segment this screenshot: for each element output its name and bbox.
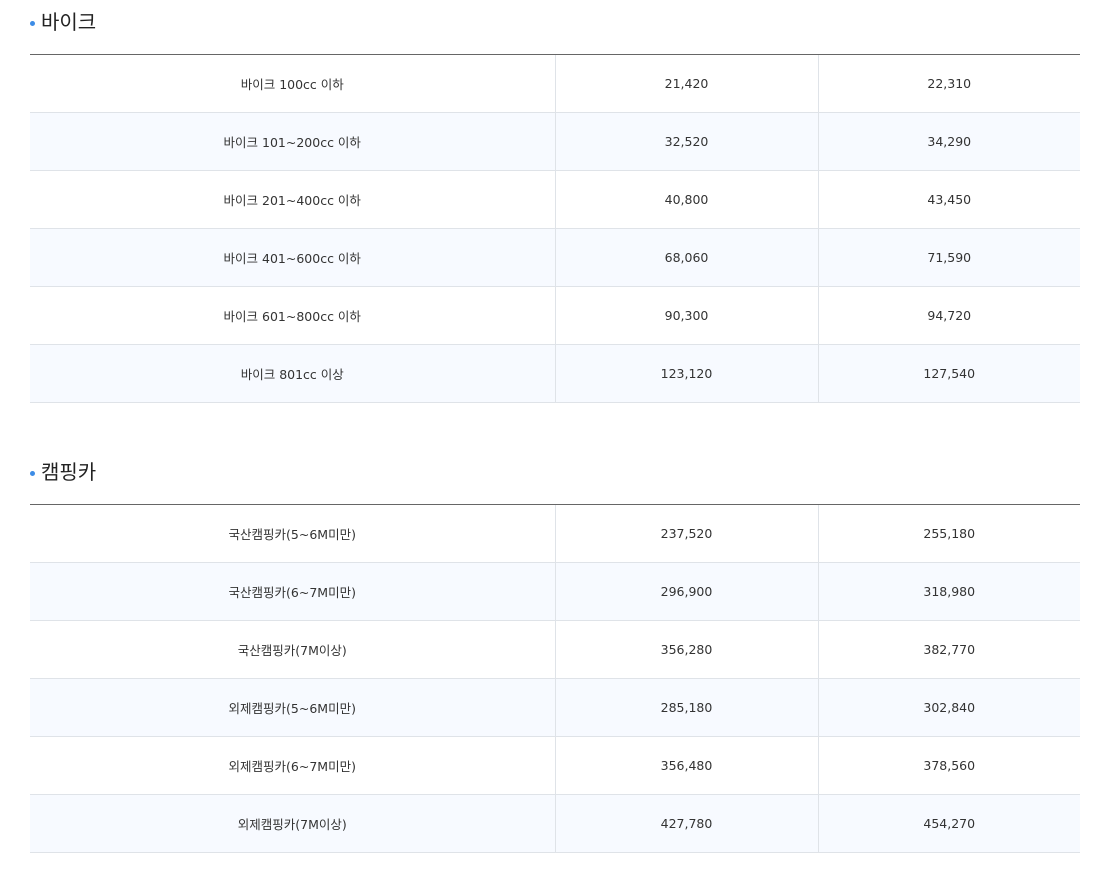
price-cell-2: 454,270 bbox=[818, 794, 1080, 853]
price-table-bike: 바이크 100cc 이하 21,420 22,310 바이크 101~200cc… bbox=[30, 55, 1080, 403]
section-title: 바이크 bbox=[30, 0, 1080, 44]
price-cell-1: 32,520 bbox=[555, 112, 819, 171]
vehicle-name-cell: 바이크 601~800cc 이하 bbox=[30, 286, 556, 345]
price-cell-1: 90,300 bbox=[555, 286, 819, 345]
price-cell-1: 237,520 bbox=[555, 505, 819, 563]
price-cell-1: 356,280 bbox=[555, 620, 819, 679]
section-title-text: 캠핑카 bbox=[41, 460, 97, 484]
section-title-text: 바이크 bbox=[41, 10, 97, 34]
price-cell-1: 123,120 bbox=[555, 344, 819, 403]
vehicle-name-cell: 바이크 801cc 이상 bbox=[30, 344, 556, 403]
vehicle-name-cell: 외제캠핑카(7M이상) bbox=[30, 794, 556, 853]
table-row: 바이크 100cc 이하 21,420 22,310 bbox=[30, 55, 1080, 113]
price-cell-2: 318,980 bbox=[818, 562, 1080, 621]
table-row: 바이크 801cc 이상 123,120 127,540 bbox=[30, 344, 1080, 403]
price-cell-2: 302,840 bbox=[818, 678, 1080, 737]
vehicle-name-cell: 바이크 401~600cc 이하 bbox=[30, 228, 556, 287]
table-row: 바이크 101~200cc 이하 32,520 34,290 bbox=[30, 112, 1080, 171]
table-row: 바이크 201~400cc 이하 40,800 43,450 bbox=[30, 170, 1080, 229]
price-cell-2: 22,310 bbox=[818, 55, 1080, 113]
price-cell-1: 40,800 bbox=[555, 170, 819, 229]
table-row: 국산캠핑카(7M이상) 356,280 382,770 bbox=[30, 620, 1080, 679]
vehicle-name-cell: 외제캠핑카(6~7M미만) bbox=[30, 736, 556, 795]
section-camping-car: 캠핑카 국산캠핑카(5~6M미만) 237,520 255,180 국산캠핑카(… bbox=[30, 450, 1080, 853]
bullet-icon bbox=[30, 470, 35, 476]
price-table-camping-car: 국산캠핑카(5~6M미만) 237,520 255,180 국산캠핑카(6~7M… bbox=[30, 505, 1080, 853]
table-row: 외제캠핑카(5~6M미만) 285,180 302,840 bbox=[30, 678, 1080, 737]
vehicle-name-cell: 외제캠핑카(5~6M미만) bbox=[30, 678, 556, 737]
table-row: 외제캠핑카(7M이상) 427,780 454,270 bbox=[30, 794, 1080, 853]
price-cell-1: 68,060 bbox=[555, 228, 819, 287]
table-row: 외제캠핑카(6~7M미만) 356,480 378,560 bbox=[30, 736, 1080, 795]
price-cell-2: 94,720 bbox=[818, 286, 1080, 345]
table-row: 바이크 401~600cc 이하 68,060 71,590 bbox=[30, 228, 1080, 287]
price-cell-1: 356,480 bbox=[555, 736, 819, 795]
table-row: 국산캠핑카(6~7M미만) 296,900 318,980 bbox=[30, 562, 1080, 621]
price-cell-2: 127,540 bbox=[818, 344, 1080, 403]
price-cell-1: 427,780 bbox=[555, 794, 819, 853]
price-cell-2: 382,770 bbox=[818, 620, 1080, 679]
table-row: 바이크 601~800cc 이하 90,300 94,720 bbox=[30, 286, 1080, 345]
bullet-icon bbox=[30, 20, 35, 26]
vehicle-name-cell: 국산캠핑카(5~6M미만) bbox=[30, 505, 556, 563]
price-cell-1: 285,180 bbox=[555, 678, 819, 737]
vehicle-name-cell: 바이크 100cc 이하 bbox=[30, 55, 556, 113]
price-cell-2: 34,290 bbox=[818, 112, 1080, 171]
price-cell-2: 378,560 bbox=[818, 736, 1080, 795]
price-cell-2: 255,180 bbox=[818, 505, 1080, 563]
vehicle-name-cell: 바이크 101~200cc 이하 bbox=[30, 112, 556, 171]
vehicle-name-cell: 국산캠핑카(6~7M미만) bbox=[30, 562, 556, 621]
price-cell-1: 21,420 bbox=[555, 55, 819, 113]
price-cell-2: 43,450 bbox=[818, 170, 1080, 229]
table-row: 국산캠핑카(5~6M미만) 237,520 255,180 bbox=[30, 505, 1080, 563]
vehicle-name-cell: 국산캠핑카(7M이상) bbox=[30, 620, 556, 679]
section-bike: 바이크 바이크 100cc 이하 21,420 22,310 바이크 101~2… bbox=[30, 0, 1080, 403]
section-title: 캠핑카 bbox=[30, 450, 1080, 494]
price-cell-1: 296,900 bbox=[555, 562, 819, 621]
vehicle-name-cell: 바이크 201~400cc 이하 bbox=[30, 170, 556, 229]
price-cell-2: 71,590 bbox=[818, 228, 1080, 287]
